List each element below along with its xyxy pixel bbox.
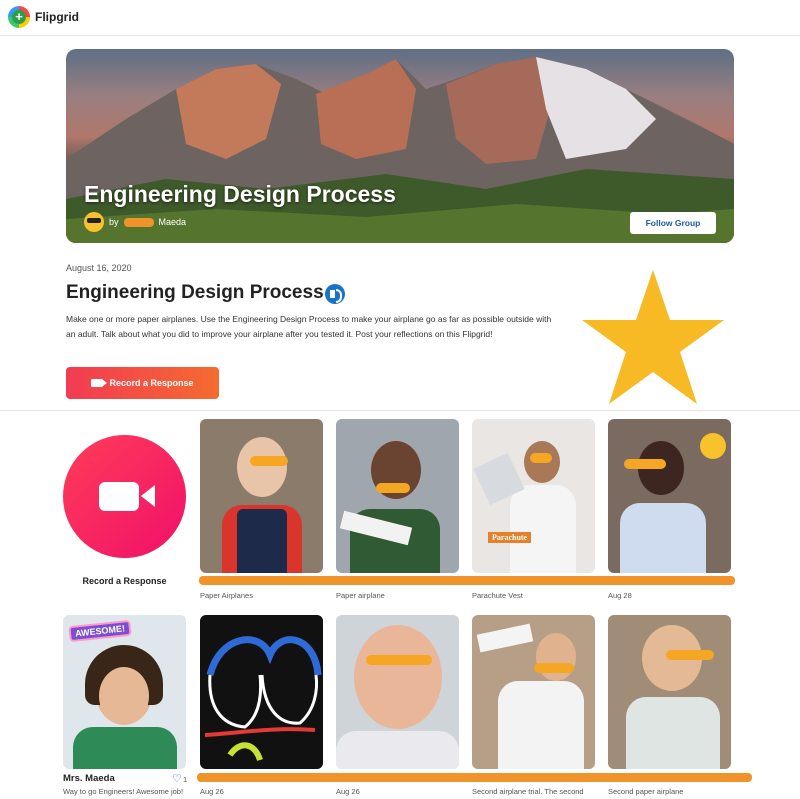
parachute-sticker: Parachute: [488, 532, 532, 543]
camera-icon: [91, 379, 108, 387]
response-video-thumbnail[interactable]: [200, 419, 323, 573]
star-icon: [582, 270, 724, 404]
face: [237, 437, 287, 497]
camera-lens-icon: [141, 485, 155, 507]
paper-airplane: [476, 623, 534, 653]
group-title: Engineering Design Process: [84, 181, 396, 207]
redaction-bar: [366, 655, 432, 665]
response-video-thumbnail[interactable]: Parachute: [472, 419, 595, 573]
winking-emoji-icon: [700, 433, 726, 459]
awesome-sticker: AWESOME!: [68, 619, 132, 643]
shirt: [336, 731, 459, 769]
face: [99, 667, 149, 725]
shirt: [73, 727, 177, 769]
divider: [0, 410, 800, 411]
audio-icon[interactable]: [325, 284, 345, 304]
topic-date: August 16, 2020: [66, 263, 132, 273]
teacher-name: Mrs. Maeda: [63, 773, 115, 784]
response-caption: Aug 28: [608, 591, 632, 600]
response-caption: Paper airplane: [336, 591, 385, 600]
face: [354, 625, 442, 729]
response-video-thumbnail[interactable]: [200, 615, 323, 769]
topic-description: Make one or more paper airplanes. Use th…: [66, 314, 552, 339]
topic-title: Engineering Design Process: [66, 282, 324, 303]
response-caption: Aug 26: [200, 787, 224, 796]
like-count: 1: [183, 775, 188, 784]
response-video-thumbnail[interactable]: [608, 419, 731, 573]
response-caption: Aug 26: [336, 787, 360, 796]
response-caption: Parachute Vest: [472, 591, 523, 600]
record-response-label: Record a Response: [109, 378, 194, 388]
brand-name[interactable]: Flipgrid: [35, 10, 79, 24]
follow-group-button[interactable]: Follow Group: [630, 212, 716, 234]
flipgrid-logo-icon[interactable]: [8, 6, 30, 28]
shirt: [510, 485, 576, 573]
shirt: [626, 697, 720, 769]
redacted-names-bar: [197, 773, 752, 782]
response-video-thumbnail[interactable]: [472, 615, 595, 769]
redaction-bar: [534, 663, 574, 673]
group-author: by Maeda: [84, 211, 186, 233]
by-label: by: [109, 217, 119, 227]
drawing-image: [204, 636, 322, 762]
redaction-bar: [250, 456, 288, 466]
redaction-bar: [376, 483, 410, 493]
response-video-thumbnail[interactable]: [608, 615, 731, 769]
redaction-bar: [530, 453, 552, 463]
teacher-caption: Way to go Engineers! Awesome job!: [63, 787, 184, 796]
redacted-name: [123, 217, 154, 227]
response-video-thumbnail[interactable]: [336, 419, 459, 573]
group-banner: Engineering Design Process by Maeda Foll…: [66, 49, 734, 243]
shirt: [237, 509, 287, 573]
redaction-bar: [666, 650, 714, 660]
response-caption: Second paper airplane: [608, 787, 684, 796]
teacher-video-thumbnail[interactable]: AWESOME!: [63, 615, 186, 769]
record-response-tile[interactable]: [63, 435, 186, 558]
redacted-names-bar: [199, 576, 735, 585]
heart-icon[interactable]: ♡: [172, 772, 182, 785]
shirt: [498, 681, 584, 769]
author-name: Maeda: [158, 217, 187, 227]
sunglasses-emoji-icon: [84, 212, 104, 232]
camera-icon: [99, 482, 139, 511]
redaction-bar: [624, 459, 666, 469]
top-bar: Flipgrid: [0, 0, 800, 36]
shirt: [620, 503, 706, 573]
face: [536, 633, 576, 681]
response-caption: Second airplane trial. The second: [472, 787, 584, 796]
record-response-button[interactable]: Record a Response: [66, 367, 219, 399]
response-video-thumbnail[interactable]: [336, 615, 459, 769]
record-response-tile-label[interactable]: Record a Response: [63, 576, 186, 586]
response-caption: Paper Airplanes: [200, 591, 253, 600]
